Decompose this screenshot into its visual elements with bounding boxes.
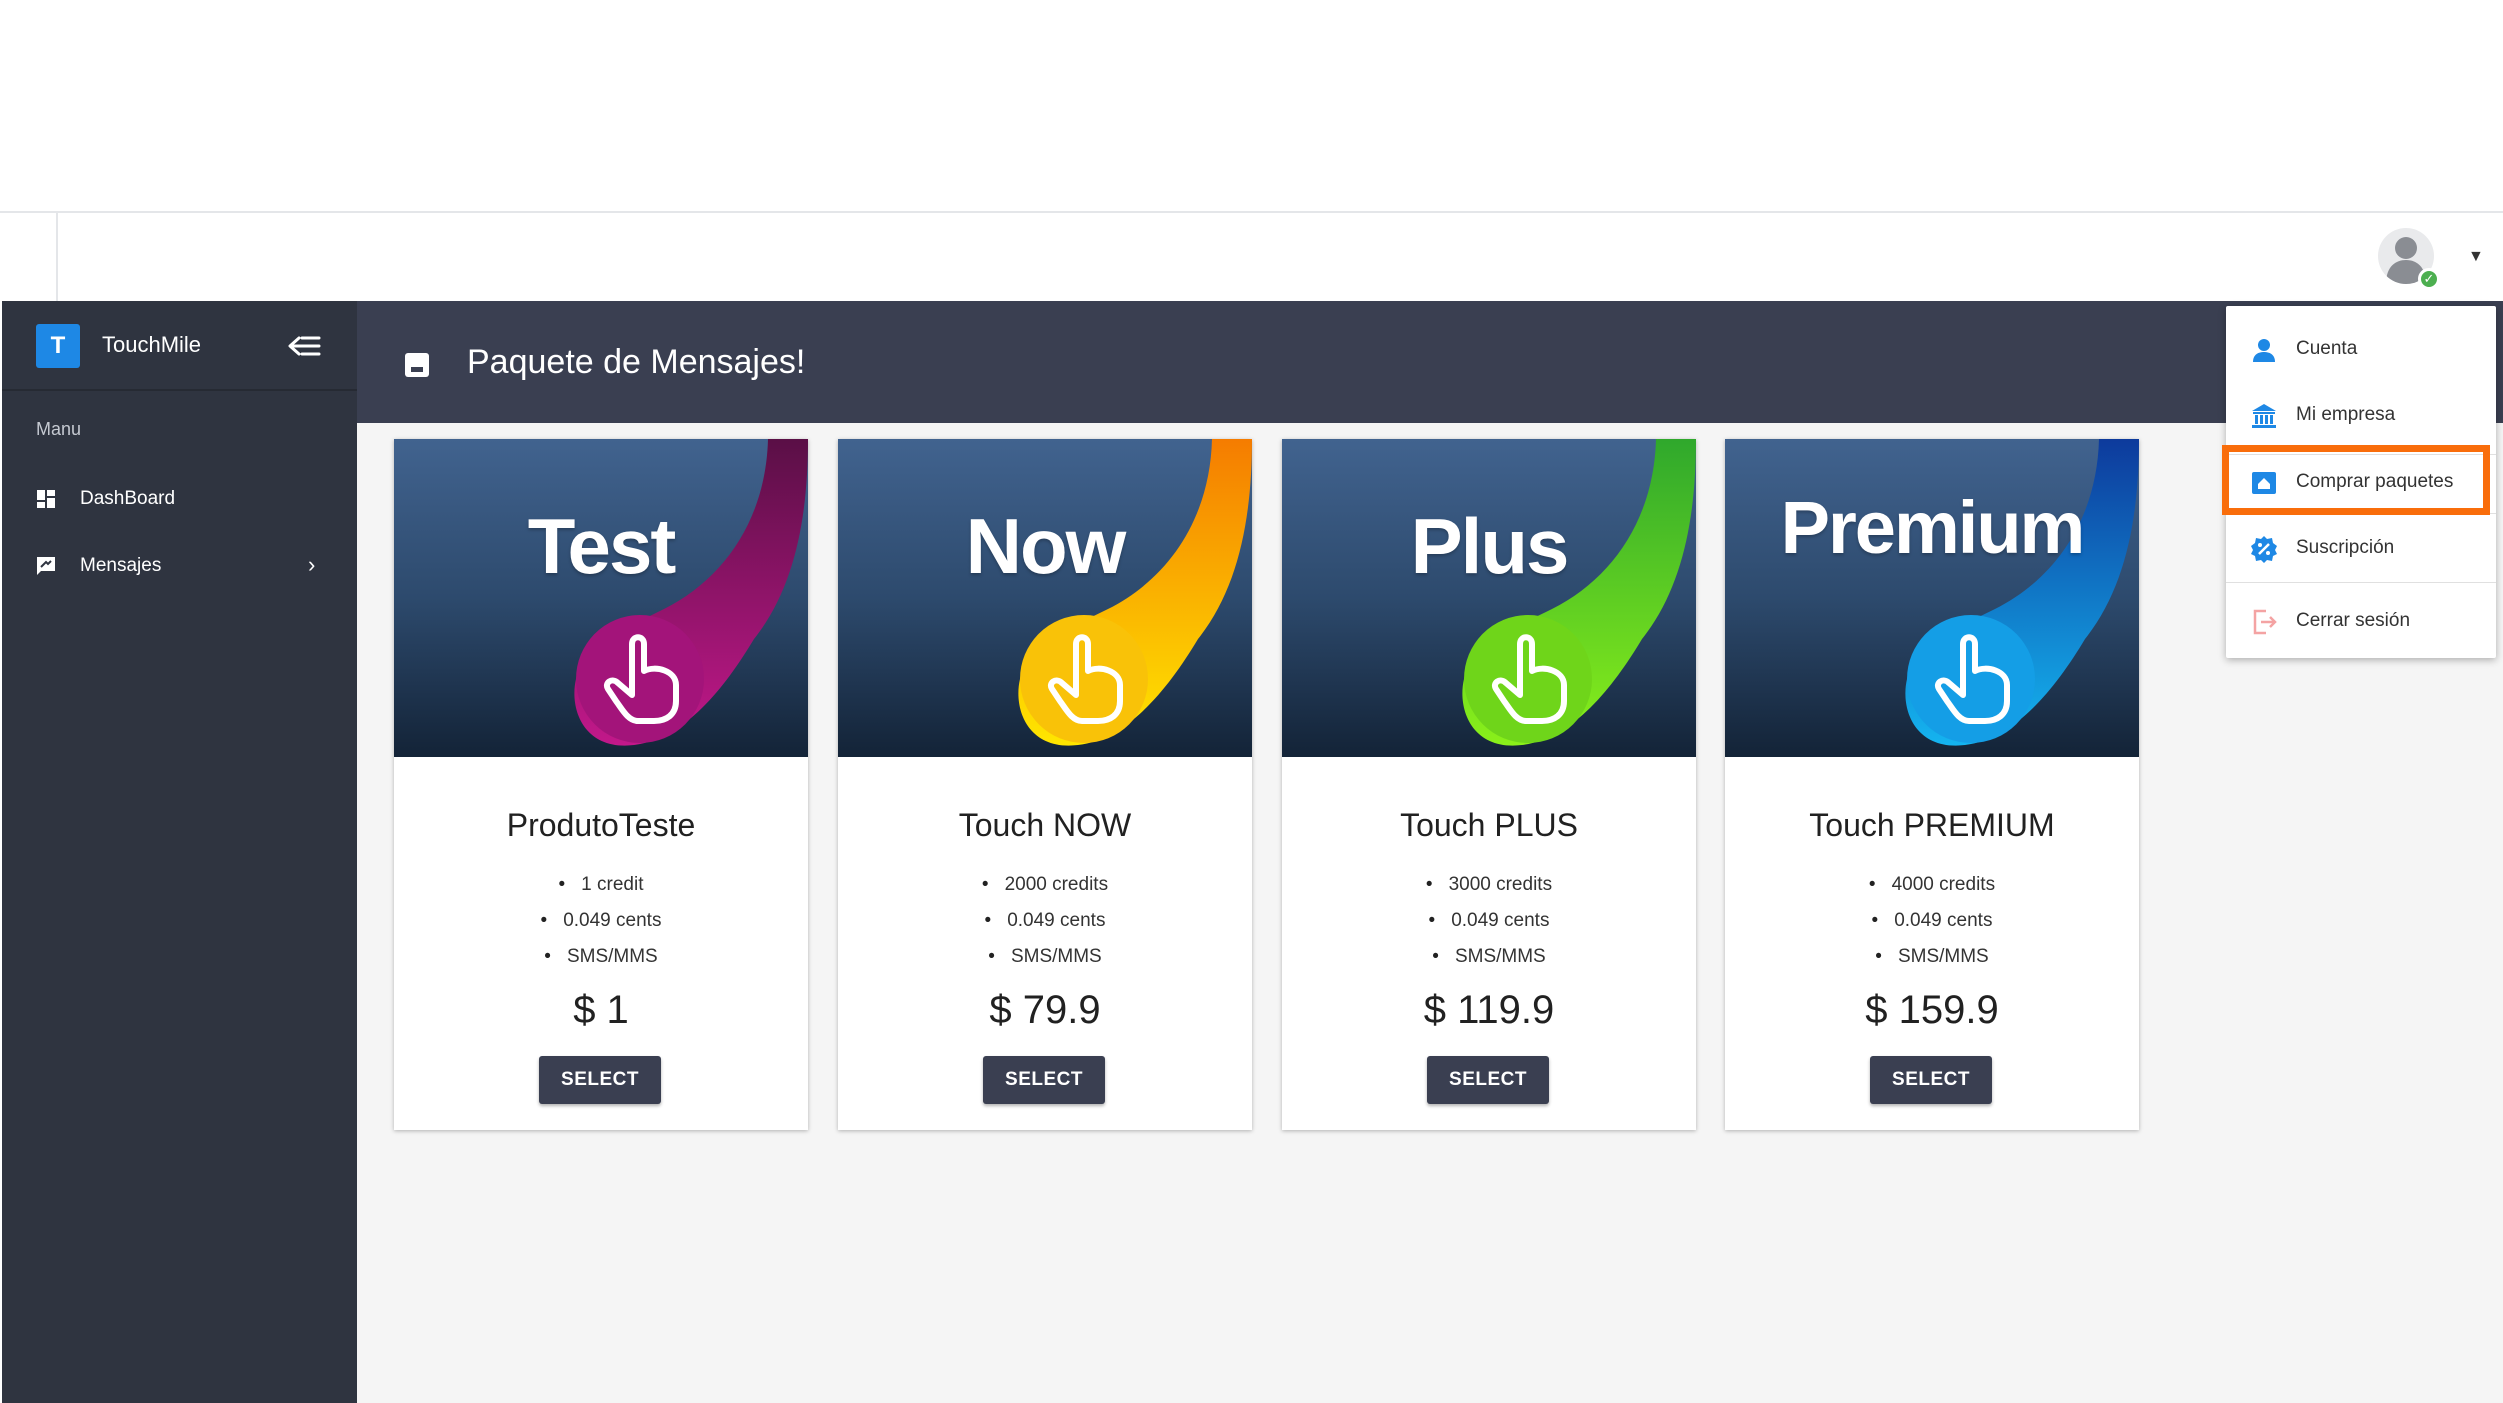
package-banner-word: Premium [1780,486,2086,569]
app-logo[interactable]: T [36,324,80,368]
package-name: Touch PLUS [1400,807,1578,843]
sidebar-item-dashboard[interactable]: DashBoard [2,471,357,527]
feature-item: 0.049 cents [1282,903,1696,939]
feature-item: 1 credit [394,867,808,903]
sidebar: T TouchMile Manu DashBoard Mensajes › [2,301,357,1403]
package-features: 4000 credits 0.049 cents SMS/MMS [1725,867,2139,975]
menu-item-suscripcion[interactable]: Suscripción [2226,519,2496,575]
package-price: $ 119.9 [1423,988,1555,1032]
package-icon [405,353,429,377]
menu-item-label: Cuenta [2296,338,2358,359]
feature-item: 0.049 cents [1725,903,2139,939]
select-button[interactable]: SELECT [539,1056,661,1104]
sidebar-item-label: Mensajes [80,555,162,576]
dashboard-icon [37,490,55,508]
package-card-now: Now Touch NOW 2000 credits 0.049 cents S… [838,439,1252,1130]
package-price: $ 79.9 [989,988,1101,1032]
package-banner: Now [838,439,1252,757]
message-icon [37,557,55,575]
app-name[interactable]: TouchMile [102,332,201,358]
header-divider [56,211,58,301]
package-card-test: Test ProdutoTeste 1 credit 0.049 cents S… [394,439,808,1130]
select-button[interactable]: SELECT [983,1056,1105,1104]
package-price: $ 1 [573,988,629,1032]
package-banner-word: Test [527,502,677,590]
sidebar-brand: T TouchMile [2,301,357,391]
package-features: 3000 credits 0.049 cents SMS/MMS [1282,867,1696,975]
highlight-annotation [2222,445,2490,515]
select-button[interactable]: SELECT [1427,1056,1549,1104]
package-price: $ 159.9 [1865,988,1999,1032]
sidebar-item-mensajes[interactable]: Mensajes › [2,538,357,594]
package-card-plus: Plus Touch PLUS 3000 credits 0.049 cents… [1282,439,1696,1130]
select-button[interactable]: SELECT [1870,1056,1992,1104]
chevron-right-icon: › [308,552,316,577]
package-card-premium: Premium Touch PREMIUM 4000 credits 0.049… [1725,439,2139,1130]
menu-divider [2226,582,2496,583]
sidebar-item-label: DashBoard [80,488,176,509]
collapse-sidebar-icon[interactable] [288,331,322,361]
package-features: 2000 credits 0.049 cents SMS/MMS [838,867,1252,975]
menu-heading: Manu [36,419,82,439]
menu-item-label: Cerrar sesión [2296,610,2411,631]
package-banner: Plus [1282,439,1696,757]
top-header-bar [0,211,2503,301]
tap-hand-graphic [1018,439,1252,746]
tap-hand-graphic [1462,439,1696,746]
feature-item: 4000 credits [1725,867,2139,903]
feature-item: 2000 credits [838,867,1252,903]
package-name: Touch NOW [958,807,1132,843]
page: ✓ ▼ T TouchMile Manu DashBoard Mensajes … [0,0,2503,1403]
package-name: Touch PREMIUM [1809,807,2055,843]
feature-item: 0.049 cents [394,903,808,939]
package-banner: Test [394,439,808,757]
menu-item-cuenta[interactable]: Cuenta [2226,320,2496,376]
menu-item-cerrar-sesion[interactable]: Cerrar sesión [2226,592,2496,648]
menu-item-label: Mi empresa [2296,404,2396,425]
menu-item-label: Suscripción [2296,537,2395,558]
logout-icon [2253,609,2277,635]
menu-item-mi-empresa[interactable]: Mi empresa [2226,386,2496,442]
feature-item: 0.049 cents [838,903,1252,939]
online-status-icon: ✓ [2418,268,2440,290]
feature-item: SMS/MMS [1725,939,2139,975]
feature-item: SMS/MMS [838,939,1252,975]
feature-item: SMS/MMS [394,939,808,975]
bank-icon [2252,404,2276,428]
page-title: Paquete de Mensajes! [467,343,806,381]
package-banner-word: Now [965,502,1127,590]
feature-item: 3000 credits [1282,867,1696,903]
tap-hand-graphic [574,439,808,746]
person-icon [2253,339,2275,362]
feature-item: SMS/MMS [1282,939,1696,975]
subscription-icon [2251,536,2277,563]
package-banner: Premium [1725,439,2139,757]
package-banner-word: Plus [1410,502,1570,590]
package-features: 1 credit 0.049 cents SMS/MMS [394,867,808,975]
package-name: ProdutoTeste [506,807,696,843]
content-header: Paquete de Mensajes! [357,301,2503,423]
chevron-down-icon[interactable]: ▼ [2468,248,2484,266]
